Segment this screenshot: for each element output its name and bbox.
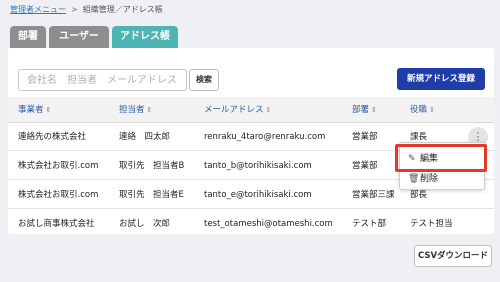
menu-item-edit[interactable]: ✎ 編集 (400, 149, 486, 169)
cell-dept: テスト部 (352, 219, 387, 229)
cell-company: 連絡先の株式会社 (18, 132, 87, 142)
menu-item-edit-label: 編集 (420, 154, 439, 164)
cell-email: test_otameshi@otameshi.com (204, 219, 333, 229)
search-button[interactable]: 検索 (189, 69, 219, 91)
column-header-title[interactable]: 役職 ⇕ (410, 97, 435, 123)
cell-company: お試し商事株式会社 (18, 219, 95, 229)
cell-company: 株式会社お取引.com (18, 161, 99, 171)
column-header-person[interactable]: 担当者 ⇕ (119, 97, 152, 123)
breadcrumb-separator: > (71, 5, 78, 14)
column-header-person-label: 担当者 (119, 105, 145, 115)
breadcrumb-admin-menu-link[interactable]: 管理者メニュー (10, 5, 66, 14)
table-row[interactable]: お試し商事株式会社 お試し 次郎 test_otameshi@otameshi.… (8, 210, 494, 238)
sort-icon[interactable]: ⇕ (147, 106, 153, 114)
menu-item-delete[interactable]: 🗑削除 (400, 169, 486, 189)
sort-icon[interactable]: ⇕ (266, 106, 272, 114)
tab-bar: 部署 ユーザー アドレス帳 (10, 26, 181, 48)
column-header-company[interactable]: 事業者 ⇕ (18, 97, 51, 123)
tab-address-book[interactable]: アドレス帳 (112, 26, 178, 48)
sort-icon[interactable]: ⇕ (46, 106, 52, 114)
trash-icon: 🗑 (408, 174, 420, 184)
cell-person: 取引先 担当者B (119, 161, 185, 171)
column-header-company-label: 事業者 (18, 105, 44, 115)
new-address-button[interactable]: 新規アドレス登録 (397, 68, 485, 90)
cell-dept: 営業部 (352, 161, 378, 171)
cell-dept: 営業部三課 (352, 190, 395, 200)
menu-item-delete-label: 削除 (420, 174, 439, 184)
pencil-icon: ✎ (408, 154, 416, 164)
breadcrumb-current: 組織管理／アドレス帳 (82, 5, 163, 14)
column-header-dept-label: 部署 (352, 105, 370, 115)
tab-departments[interactable]: 部署 (10, 26, 46, 48)
column-header-title-label: 役職 (410, 105, 428, 115)
cell-person: お試し 次郎 (119, 219, 171, 229)
row-action-menu: ✎ 編集 🗑削除 (399, 142, 485, 190)
cell-email: tanto_e@torihikisaki.com (204, 190, 312, 200)
column-header-dept[interactable]: 部署 ⇕ (352, 97, 377, 123)
search-input[interactable] (18, 69, 187, 91)
tab-users[interactable]: ユーザー (49, 26, 109, 48)
breadcrumb: 管理者メニュー > 組織管理／アドレス帳 (10, 4, 163, 15)
address-book-panel: 検索 新規アドレス登録 事業者⇕ 担当者⇕ メールアドレス⇕ 部署⇕ 役職⇕ 連… (8, 48, 494, 234)
column-header-email-label: メールアドレス (204, 105, 264, 115)
cell-email: tanto_b@torihikisaki.com (204, 161, 312, 171)
column-header-email[interactable]: メールアドレス ⇕ (204, 97, 271, 123)
cell-company: 株式会社お取引.com (18, 190, 99, 200)
csv-download-button[interactable]: CSVダウンロード (414, 245, 492, 267)
cell-dept: 営業部 (352, 132, 378, 142)
cell-email: renraku_4taro@renraku.com (204, 132, 326, 142)
cell-person: 取引先 担当者E (119, 190, 184, 200)
cell-title: テスト担当 (410, 219, 453, 229)
sort-icon[interactable]: ⇕ (429, 106, 435, 114)
table-header: 事業者 ⇕ 担当者 ⇕ メールアドレス ⇕ 部署 ⇕ 役職 ⇕ (8, 97, 494, 123)
cell-person: 連絡 四太郎 (119, 132, 171, 142)
sort-icon[interactable]: ⇕ (371, 106, 377, 114)
